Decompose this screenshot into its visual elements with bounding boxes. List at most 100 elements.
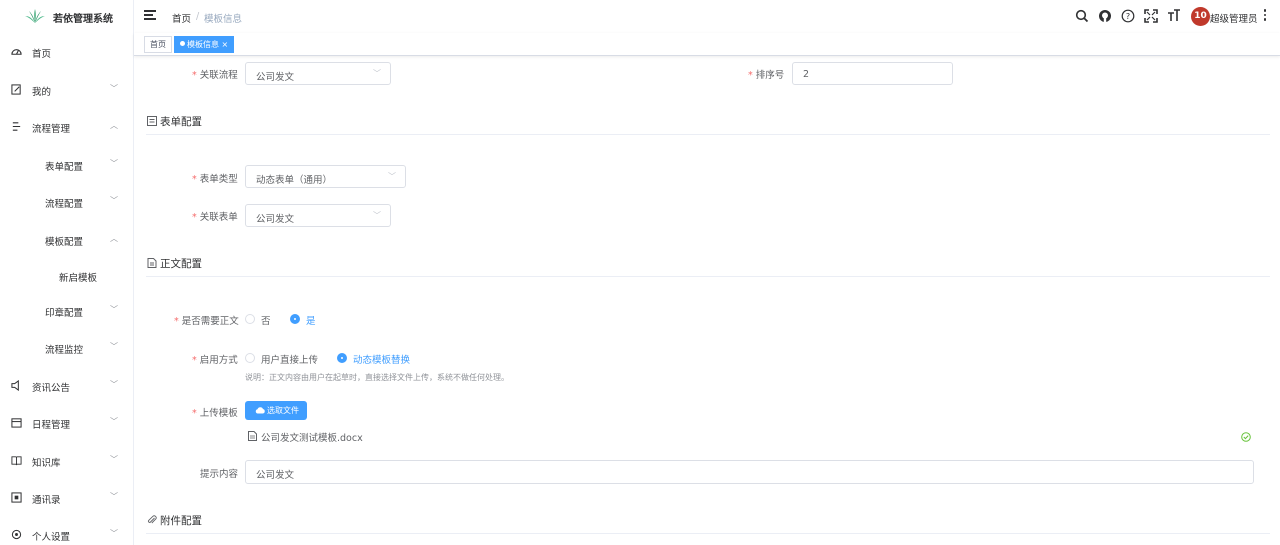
main-content: * 关联流程 公司发文 ﹀ * 排序号 2 表单配置 * 表单类型 动态表单（通用） …: [134, 56, 1280, 545]
sidebar-item-news[interactable]: 资讯公告 ﹀: [0, 372, 134, 400]
fullscreen-icon[interactable]: [1144, 9, 1158, 23]
cloud-upload-icon: [255, 407, 265, 414]
tag-label: 模板信息 ×: [187, 40, 229, 49]
sort-input-value: 2: [803, 69, 810, 80]
sidebar-item-label: 知识库: [32, 458, 61, 469]
settings-icon: [11, 529, 22, 540]
help-icon[interactable]: ?: [1121, 9, 1135, 23]
sidebar-item-form-config[interactable]: 表单配置 ﹀: [0, 151, 134, 179]
section-divider: [146, 134, 1270, 135]
form-type-value: 动态表单（通用）: [256, 175, 333, 186]
file-icon: [248, 431, 257, 441]
sidebar-item-label: 通讯录: [32, 495, 61, 506]
section-form-title: 表单配置: [160, 116, 202, 128]
calendar-icon: [11, 418, 22, 428]
chevron-up-icon: ︿: [110, 121, 118, 130]
select-file-button[interactable]: 选取文件: [245, 401, 307, 420]
tag-template-info[interactable]: 模板信息 ×: [174, 36, 235, 53]
more-icon[interactable]: [1263, 9, 1267, 23]
select-file-label: 选取文件: [267, 406, 299, 415]
chevron-down-icon: ﹀: [110, 159, 118, 168]
sidebar-item-label: 印章配置: [45, 308, 84, 319]
sidebar-item-flow-config[interactable]: 流程配置 ﹀: [0, 188, 134, 216]
mode-upload-radio[interactable]: [245, 353, 255, 363]
chevron-down-icon: ﹀: [110, 417, 118, 426]
success-check-icon: [1241, 432, 1251, 442]
user-name[interactable]: 超级管理员: [1210, 11, 1258, 25]
sidebar-item-home[interactable]: 首页: [0, 38, 134, 66]
sidebar-item-schedule[interactable]: 日程管理 ﹀: [0, 409, 134, 437]
tip-input[interactable]: 公司发文: [245, 460, 1254, 484]
uploaded-file-name[interactable]: 公司发文测试模板.docx: [261, 430, 363, 444]
upload-label: * 上传模板: [192, 408, 238, 419]
mode-template-label[interactable]: 动态模板替换: [353, 352, 410, 366]
process-icon: [12, 122, 21, 131]
paperclip-icon: [148, 515, 157, 524]
sidebar-item-new-template[interactable]: 新启模板: [0, 262, 134, 290]
sort-input[interactable]: 2: [792, 62, 953, 85]
font-size-icon[interactable]: [1167, 9, 1181, 23]
sidebar-item-label: 流程监控: [45, 345, 84, 356]
chevron-down-icon: ﹀: [110, 196, 118, 205]
sidebar-item-personal-settings[interactable]: 个人设置 ﹀: [0, 521, 134, 545]
sidebar-item-label: 表单配置: [45, 162, 84, 173]
chevron-down-icon: ﹀: [110, 529, 118, 538]
tag-home[interactable]: 首页: [144, 36, 172, 53]
sidebar-item-contacts[interactable]: 通讯录 ﹀: [0, 484, 134, 512]
sidebar-item-label: 日程管理: [32, 420, 71, 431]
logo-icon: [25, 9, 45, 23]
sidebar-item-label: 模板配置: [45, 237, 84, 248]
document-icon: [147, 116, 157, 126]
need-body-no-label[interactable]: 否: [261, 313, 271, 327]
chevron-down-icon: ﹀: [373, 211, 381, 220]
avatar[interactable]: 10: [1191, 7, 1210, 26]
sidebar-item-label: 资讯公告: [32, 383, 71, 394]
search-icon[interactable]: [1075, 9, 1089, 23]
chevron-down-icon: ﹀: [110, 455, 118, 464]
mode-label: * 启用方式: [192, 355, 238, 366]
hamburger-icon[interactable]: [144, 10, 156, 21]
sidebar-item-label: 首页: [32, 49, 52, 60]
tip-label: 提示内容: [200, 469, 239, 480]
sidebar-item-label: 个人设置: [32, 532, 71, 543]
section-body-title: 正文配置: [160, 258, 202, 270]
section-divider: [146, 276, 1270, 277]
svg-text:?: ?: [1126, 12, 1130, 21]
need-body-label: * 是否需要正文: [174, 316, 239, 327]
mode-hint: 说明：正文内容由用户在起草时，直接选择文件上传，系统不做任何处理。: [245, 373, 509, 382]
sidebar-item-knowledge[interactable]: 知识库 ﹀: [0, 447, 134, 475]
breadcrumb-home[interactable]: 首页: [172, 11, 191, 25]
sidebar-item-label: 我的: [32, 87, 52, 98]
linked-form-select[interactable]: 公司发文 ﹀: [245, 204, 391, 227]
mode-template-radio[interactable]: [337, 353, 347, 363]
chevron-up-icon: ︿: [110, 234, 118, 243]
sidebar-item-flow-monitor[interactable]: 流程监控 ﹀: [0, 334, 134, 362]
chevron-down-icon: ﹀: [373, 69, 381, 78]
form-type-select[interactable]: 动态表单（通用） ﹀: [245, 165, 406, 188]
tip-input-value: 公司发文: [256, 470, 295, 481]
contacts-icon: [11, 492, 22, 503]
sidebar-item-process[interactable]: 流程管理 ︿: [0, 113, 134, 141]
tags-view: 首页 模板信息 ×: [134, 33, 1280, 56]
need-body-yes-radio[interactable]: [290, 314, 300, 324]
speaker-icon: [11, 380, 19, 391]
sidebar-item-label: 流程配置: [45, 199, 84, 210]
linked-form-label: * 关联表单: [192, 212, 238, 223]
github-icon[interactable]: [1098, 9, 1112, 23]
brand[interactable]: 若依管理系统: [0, 0, 134, 32]
chevron-down-icon: ﹀: [388, 172, 396, 181]
flow-select[interactable]: 公司发文 ﹀: [245, 62, 391, 85]
sidebar-item-label: 流程管理: [32, 124, 71, 135]
sidebar: 若依管理系统 首页 我的 ﹀ 流程管理 ︿ 表单配置 ﹀ 流程配置 ﹀ 模板配置…: [0, 0, 134, 545]
sidebar-item-mine[interactable]: 我的 ﹀: [0, 76, 134, 104]
need-body-no-radio[interactable]: [245, 314, 255, 324]
flow-select-value: 公司发文: [256, 72, 295, 83]
dashboard-icon: [11, 49, 22, 55]
sidebar-item-seal-config[interactable]: 印章配置 ﹀: [0, 297, 134, 325]
mode-upload-label[interactable]: 用户直接上传: [261, 352, 318, 366]
chevron-down-icon: ﹀: [110, 84, 118, 93]
need-body-yes-label[interactable]: 是: [306, 313, 316, 327]
breadcrumb-separator: /: [196, 11, 200, 22]
sidebar-item-template-config[interactable]: 模板配置 ︿: [0, 226, 134, 254]
sort-label: * 排序号: [748, 70, 785, 81]
